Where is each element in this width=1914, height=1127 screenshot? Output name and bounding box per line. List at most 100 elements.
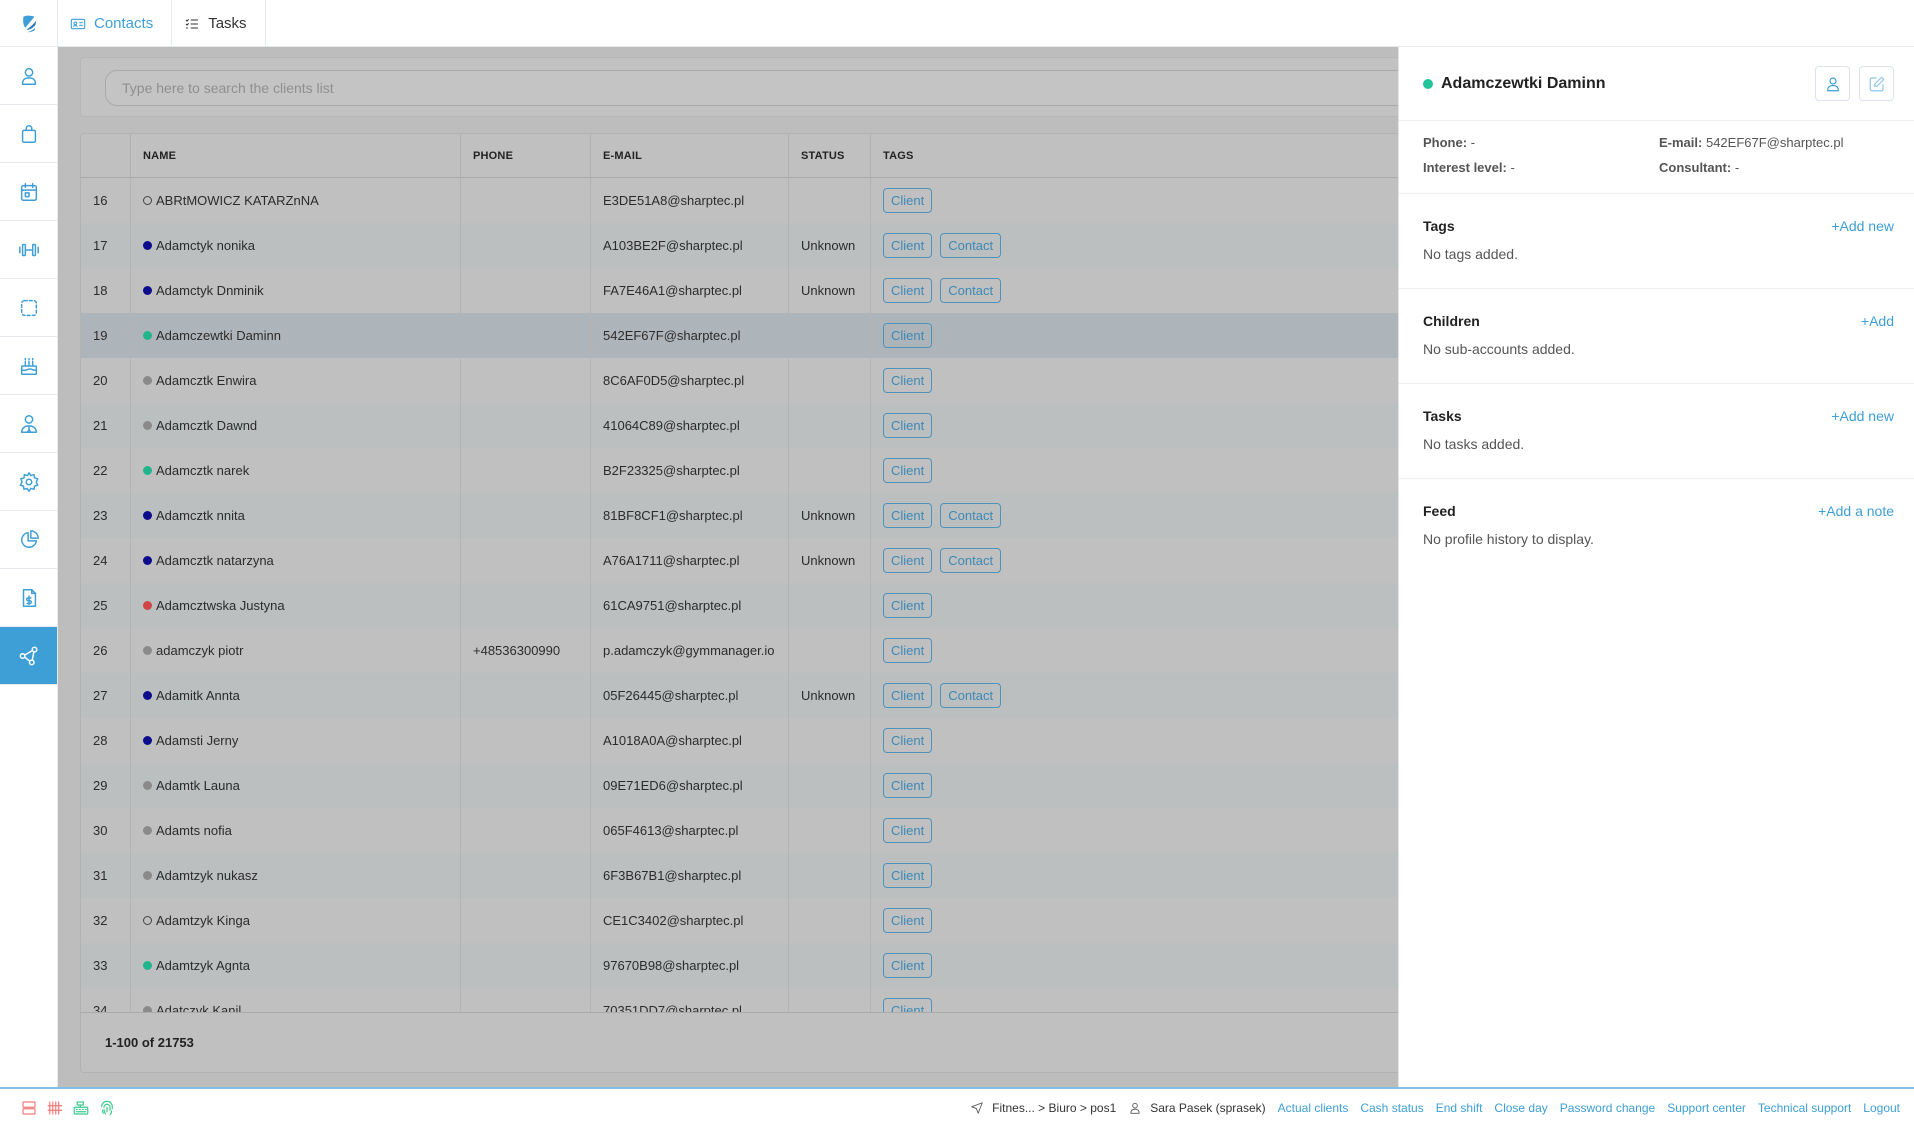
tag-contact[interactable]: Contact: [940, 503, 1002, 528]
table-row[interactable]: 24 Adamcztk natarzyna A76A1711@sharptec.pl…: [81, 538, 1409, 583]
table-row[interactable]: 34 Adatczyk Kanil 70351DD7@sharptec.pl Clie…: [81, 988, 1409, 1014]
table-row[interactable]: 29 Adamtk Launa 09E71ED6@sharptec.pl Client: [81, 763, 1409, 808]
client-email: 542EF67F@sharptec.pl: [591, 313, 789, 358]
sidebar-item-birthdays[interactable]: [0, 337, 57, 395]
tag-client[interactable]: Client: [883, 458, 933, 483]
tab-tasks[interactable]: Tasks: [172, 0, 266, 47]
client-tags: Client: [871, 853, 1409, 898]
table-row[interactable]: 32 Adamtzyk Kinga CE1C3402@sharptec.pl Clie…: [81, 898, 1409, 943]
password-change-link[interactable]: Password change: [1560, 1101, 1655, 1115]
tag-client[interactable]: Client: [883, 953, 933, 978]
tag-client[interactable]: Client: [883, 188, 933, 213]
client-name: Adamitk Annta: [156, 688, 240, 703]
client-name: Adamtk Launa: [156, 778, 240, 793]
technical-support-link[interactable]: Technical support: [1758, 1101, 1851, 1115]
tag-client[interactable]: Client: [883, 818, 933, 843]
tag-client[interactable]: Client: [883, 278, 933, 303]
logout-link[interactable]: Logout: [1863, 1101, 1900, 1115]
column-header-status[interactable]: STATUS: [789, 134, 871, 178]
tag-client[interactable]: Client: [883, 863, 933, 888]
barcode-icon[interactable]: [46, 1099, 64, 1117]
tag-client[interactable]: Client: [883, 548, 933, 573]
tag-client[interactable]: Client: [883, 233, 933, 258]
tag-client[interactable]: Client: [883, 413, 933, 438]
client-name: Adamcztk natarzyna: [156, 553, 274, 568]
tag-contact[interactable]: Contact: [940, 548, 1002, 573]
table-row[interactable]: 20 Adamcztk Enwira 8C6AF0D5@sharptec.pl Cli…: [81, 358, 1409, 403]
feed-title: Feed: [1423, 503, 1456, 519]
add-child-link[interactable]: +Add: [1861, 313, 1894, 329]
search-input[interactable]: Type here to search the clients list: [105, 70, 1425, 106]
app-logo[interactable]: [0, 0, 58, 47]
tag-contact[interactable]: Contact: [940, 233, 1002, 258]
sidebar-item-finance[interactable]: [0, 569, 57, 627]
table-row[interactable]: 26 adamczyk piotr +48536300990 p.adamczyk@g…: [81, 628, 1409, 673]
sidebar-item-reports[interactable]: [0, 511, 57, 569]
user-info: Sara Pasek (sprasek): [1128, 1101, 1266, 1115]
tag-client[interactable]: Client: [883, 773, 933, 798]
edit-client-button[interactable]: [1859, 66, 1894, 101]
cash-status-link[interactable]: Cash status: [1360, 1101, 1423, 1115]
sidebar-item-employees[interactable]: [0, 395, 57, 453]
tab-contacts[interactable]: Contacts: [58, 0, 173, 47]
table-row[interactable]: 23 Adamcztk nnita 81BF8CF1@sharptec.pl Unkn…: [81, 493, 1409, 538]
support-center-link[interactable]: Support center: [1667, 1101, 1746, 1115]
tag-contact[interactable]: Contact: [940, 683, 1002, 708]
client-email: FA7E46A1@sharptec.pl: [591, 268, 789, 313]
client-phone: [461, 223, 591, 268]
view-profile-button[interactable]: [1815, 66, 1850, 101]
tag-contact[interactable]: Contact: [940, 278, 1002, 303]
tag-client[interactable]: Client: [883, 728, 933, 753]
fingerprint-icon[interactable]: [98, 1099, 116, 1117]
actual-clients-link[interactable]: Actual clients: [1278, 1101, 1349, 1115]
table-row[interactable]: 27 Adamitk Annta 05F26445@sharptec.pl Unkno…: [81, 673, 1409, 718]
sidebar-item-settings[interactable]: [0, 453, 57, 511]
table-row[interactable]: 19 Adamczewtki Daminn 542EF67F@sharptec.pl…: [81, 313, 1409, 358]
end-shift-link[interactable]: End shift: [1436, 1101, 1483, 1115]
tag-client[interactable]: Client: [883, 323, 933, 348]
sidebar-item-calendar[interactable]: [0, 163, 57, 221]
column-header-phone[interactable]: PHONE: [461, 134, 591, 178]
table-row[interactable]: 18 Adamctyk Dnminik FA7E46A1@sharptec.pl Un…: [81, 268, 1409, 313]
client-name: Adamsti Jerny: [156, 733, 239, 748]
table-row[interactable]: 33 Adamtzyk Agnta 97670B98@sharptec.pl Clie…: [81, 943, 1409, 988]
column-header-tags[interactable]: TAGS: [871, 134, 1409, 178]
table-row[interactable]: 28 Adamsti Jerny A1018A0A@sharptec.pl Clien…: [81, 718, 1409, 763]
add-tag-link[interactable]: +Add new: [1831, 218, 1894, 234]
client-email: 05F26445@sharptec.pl: [591, 673, 789, 718]
table-row[interactable]: 17 Adamctyk nonika A103BE2F@sharptec.pl Unk…: [81, 223, 1409, 268]
sidebar-item-areas[interactable]: [0, 279, 57, 337]
status-dot: [143, 691, 152, 700]
row-number: 25: [81, 583, 131, 628]
sidebar-item-clients[interactable]: [0, 47, 57, 105]
tag-client[interactable]: Client: [883, 368, 933, 393]
row-number: 24: [81, 538, 131, 583]
table-row[interactable]: 30 Adamts nofia 065F4613@sharptec.pl Client: [81, 808, 1409, 853]
table-row[interactable]: 22 Adamcztk narek B2F23325@sharptec.pl Clie…: [81, 448, 1409, 493]
close-day-link[interactable]: Close day: [1494, 1101, 1547, 1115]
client-phone: [461, 853, 591, 898]
tag-client[interactable]: Client: [883, 638, 933, 663]
sidebar-item-crm[interactable]: [0, 627, 57, 685]
column-header-name[interactable]: NAME: [131, 134, 461, 178]
tag-client[interactable]: Client: [883, 503, 933, 528]
table-row[interactable]: 31 Adamtzyk nukasz 6F3B67B1@sharptec.pl Cli…: [81, 853, 1409, 898]
tag-client[interactable]: Client: [883, 593, 933, 618]
sidebar-item-shop[interactable]: [0, 105, 57, 163]
status-dot: [143, 646, 152, 655]
table-row[interactable]: 16 ABRtMOWICZ KATARZnNA E3DE51A8@sharptec.…: [81, 178, 1409, 223]
add-task-link[interactable]: +Add new: [1831, 408, 1894, 424]
tag-client[interactable]: Client: [883, 683, 933, 708]
client-name: Adamtzyk Agnta: [156, 958, 250, 973]
tag-client[interactable]: Client: [883, 908, 933, 933]
table-row[interactable]: 25 Adamcztwska Justyna 61CA9751@sharptec.p…: [81, 583, 1409, 628]
add-note-link[interactable]: +Add a note: [1818, 503, 1894, 519]
status-dot: [143, 196, 152, 205]
client-phone: [461, 763, 591, 808]
card-reader-icon[interactable]: [20, 1099, 38, 1117]
sidebar-item-training[interactable]: [0, 221, 57, 279]
column-header-email[interactable]: E-MAIL: [591, 134, 789, 178]
table-row[interactable]: 21 Adamcztk Dawnd 41064C89@sharptec.pl Clie…: [81, 403, 1409, 448]
cash-register-icon[interactable]: [72, 1099, 90, 1117]
row-number: 32: [81, 898, 131, 943]
